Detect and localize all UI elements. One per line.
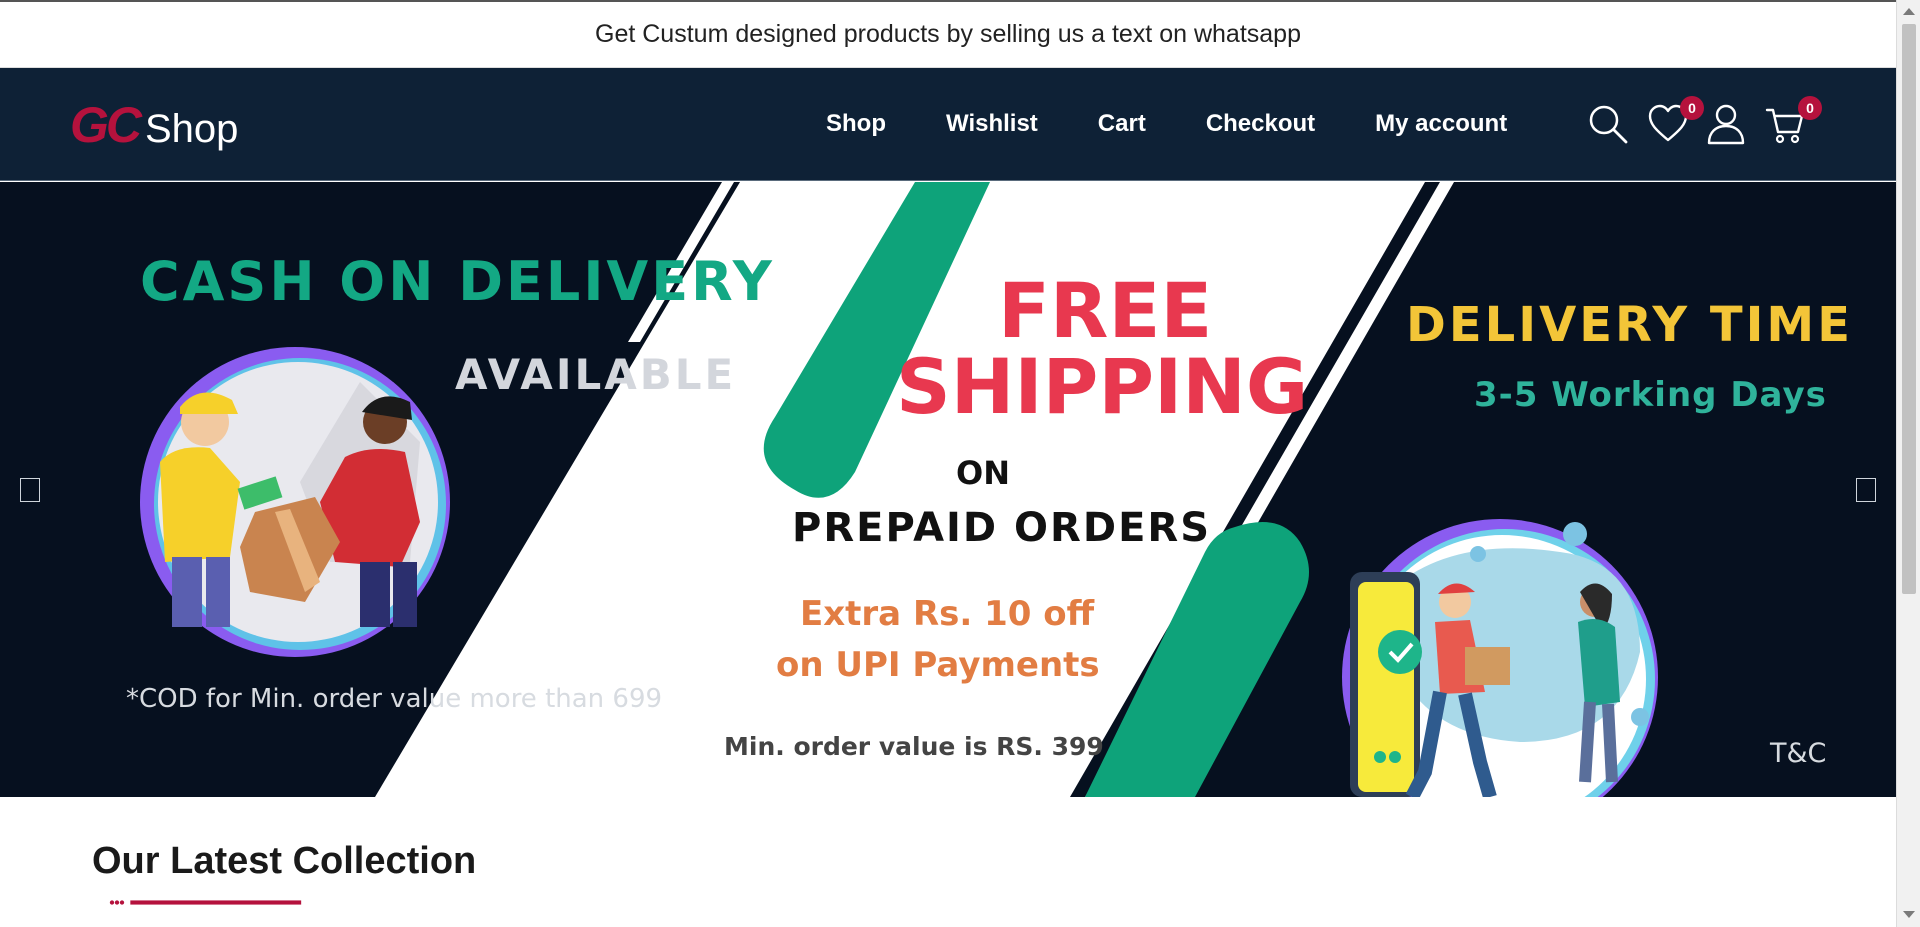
site-header: GC Shop Shop Wishlist Cart Checkout My a…: [0, 68, 1896, 181]
section-title: Our Latest Collection: [92, 840, 477, 882]
banner-min-order: Min. order value is RS. 399: [724, 732, 1104, 761]
section-title-underline: [109, 900, 302, 905]
search-icon[interactable]: [1586, 102, 1630, 146]
nav-cart[interactable]: Cart: [1098, 110, 1146, 138]
scroll-down-icon[interactable]: [1903, 911, 1915, 918]
nav-my-account[interactable]: My account: [1375, 110, 1507, 138]
wishlist-count-badge: 0: [1680, 96, 1704, 120]
wishlist-link[interactable]: 0: [1646, 96, 1704, 146]
banner-shipping: SHIPPING: [896, 342, 1309, 431]
scroll-thumb[interactable]: [1902, 24, 1916, 594]
cart-link[interactable]: 0: [1764, 96, 1822, 146]
announcement-bar: Get Custum designed products by selling …: [0, 0, 1896, 68]
banner-on: ON: [956, 454, 1010, 492]
logo-text: Shop: [145, 107, 239, 151]
hero-banner-slide[interactable]: CASH ON DELIVERY AVAILABLE *COD for Min.…: [0, 182, 1896, 797]
banner-delivery-subtitle: 3-5 Working Days: [1474, 375, 1827, 415]
page: Get Custum designed products by selling …: [0, 0, 1896, 927]
cart-count-badge: 0: [1798, 96, 1822, 120]
nav-wishlist[interactable]: Wishlist: [946, 110, 1038, 138]
main-nav: Shop Wishlist Cart Checkout My account: [826, 110, 1507, 138]
nav-shop[interactable]: Shop: [826, 110, 886, 138]
scroll-up-icon[interactable]: [1903, 8, 1915, 15]
logo-mark: GC: [70, 97, 142, 153]
banner-extra-line2: on UPI Payments: [776, 645, 1100, 685]
nav-checkout[interactable]: Checkout: [1206, 110, 1315, 138]
banner-cod-title: CASH ON DELIVERY: [140, 250, 775, 313]
user-icon[interactable]: [1704, 102, 1748, 146]
banner-delivery-title: DELIVERY TIME: [1406, 297, 1853, 353]
announcement-text: Get Custum designed products by selling …: [595, 20, 1301, 48]
banner-cod-note: *COD for Min. order value more than 699: [126, 684, 663, 714]
banner-cod-subtitle: AVAILABLE: [455, 350, 737, 399]
site-logo[interactable]: GC Shop: [70, 96, 238, 154]
page-scrollbar[interactable]: [1896, 0, 1920, 927]
banner-extra-line1: Extra Rs. 10 off: [800, 594, 1095, 634]
banner-prepaid: PREPAID ORDERS: [792, 505, 1211, 551]
slider-prev-button[interactable]: [20, 478, 40, 502]
slider-next-button[interactable]: [1856, 478, 1876, 502]
banner-tc: T&C: [1770, 738, 1827, 769]
